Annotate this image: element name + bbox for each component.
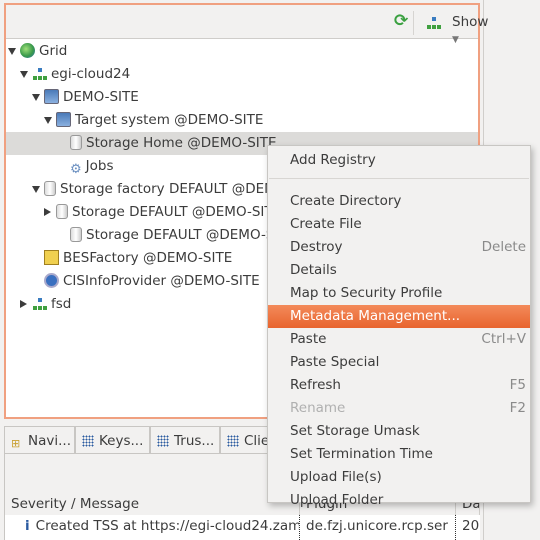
log-plugin: de.fzj.unicore.rcp.ser bbox=[306, 518, 448, 534]
menu-item-paste[interactable]: Paste Ctrl+V bbox=[268, 328, 530, 351]
tab-navigator[interactable]: ⊞ Navi... bbox=[4, 426, 75, 454]
storage-icon bbox=[70, 227, 82, 242]
tree-item[interactable]: DEMO-SITE bbox=[6, 86, 478, 109]
menu-item-label: Metadata Management... bbox=[290, 308, 461, 324]
globe-icon bbox=[20, 43, 35, 58]
menu-item-label: Upload Folder bbox=[290, 492, 384, 508]
tree-item-label: CISInfoProvider @DEMO-SITE bbox=[63, 273, 260, 289]
menu-item-metadata-management[interactable]: Metadata Management... bbox=[268, 305, 530, 328]
menu-item-shortcut: F5 bbox=[509, 377, 526, 393]
tab-label: Navi... bbox=[28, 433, 71, 449]
log-row-date[interactable]: 2013-1( bbox=[456, 515, 480, 540]
gears-icon: ⚙ bbox=[70, 162, 82, 177]
menu-item-shortcut: Ctrl+V bbox=[481, 331, 526, 347]
menu-item-label: Upload File(s) bbox=[290, 469, 382, 485]
log-message: Created TSS at https://egi-cloud24.zam. bbox=[35, 518, 300, 534]
tree-item[interactable]: Target system @DEMO-SITE bbox=[6, 109, 478, 132]
menu-item-label: Paste bbox=[290, 331, 327, 347]
log-icon bbox=[227, 435, 239, 447]
menu-item-label: Create File bbox=[290, 216, 362, 232]
tree-item-label: DEMO-SITE bbox=[63, 89, 139, 105]
collapse-toggle-icon[interactable] bbox=[20, 300, 27, 308]
tree-item-label: fsd bbox=[51, 296, 72, 312]
menu-item-add-registry[interactable]: Add Registry bbox=[268, 149, 530, 172]
menu-item-destroy[interactable]: Destroy Delete bbox=[268, 236, 530, 259]
menu-item-upload-file-s[interactable]: Upload File(s) bbox=[268, 466, 530, 489]
menu-item-upload-folder[interactable]: Upload Folder bbox=[268, 489, 530, 512]
target-system-icon bbox=[56, 112, 71, 127]
site-icon bbox=[44, 89, 59, 104]
expand-toggle-icon[interactable] bbox=[32, 185, 40, 193]
info-icon: i bbox=[25, 518, 30, 534]
storage-icon bbox=[56, 204, 68, 219]
tree-item-label: Storage Home @DEMO-SITE bbox=[86, 135, 277, 151]
cis-icon bbox=[44, 273, 59, 288]
tab-label: Clie bbox=[244, 433, 270, 449]
tree-item-label: BESFactory @DEMO-SITE bbox=[63, 250, 233, 266]
menu-item-create-file[interactable]: Create File bbox=[268, 213, 530, 236]
log-row-message[interactable]: i Created TSS at https://egi-cloud24.zam. bbox=[5, 515, 300, 540]
navigator-icon: ⊞ bbox=[11, 437, 21, 450]
tab-truststore[interactable]: Trus... bbox=[150, 426, 220, 454]
toolbar-divider bbox=[413, 11, 414, 35]
menu-item-details[interactable]: Details bbox=[268, 259, 530, 282]
column-header-message[interactable]: Severity / Message bbox=[5, 493, 300, 515]
tree-item-label: Storage DEFAULT @DEMO-SITE bbox=[86, 227, 296, 243]
menu-item-label: Add Registry bbox=[290, 152, 376, 168]
tab-keystore[interactable]: Keys... bbox=[75, 426, 150, 454]
menu-item-label: Create Directory bbox=[290, 193, 402, 209]
menu-item-create-directory[interactable]: Create Directory bbox=[268, 190, 530, 213]
storage-factory-icon bbox=[44, 181, 56, 196]
tree-item-label: Jobs bbox=[85, 158, 114, 174]
menu-separator bbox=[269, 178, 529, 179]
collapse-toggle-icon[interactable] bbox=[44, 208, 51, 216]
menu-item-label: Rename bbox=[290, 400, 346, 416]
refresh-icon[interactable]: ⟳ bbox=[394, 11, 408, 31]
tab-label: Keys... bbox=[99, 433, 144, 449]
menu-item-label: Refresh bbox=[290, 377, 341, 393]
tab-label: Trus... bbox=[174, 433, 215, 449]
context-menu: Add Registry Create Directory Create File D… bbox=[267, 145, 531, 508]
menu-item-shortcut: F2 bbox=[509, 400, 526, 416]
expand-toggle-icon[interactable] bbox=[32, 93, 40, 101]
menu-item-label: Details bbox=[290, 262, 337, 278]
header-label: Severity / Message bbox=[11, 496, 140, 512]
tree-item-label: egi-cloud24 bbox=[51, 66, 131, 82]
tree-item-label: Grid bbox=[39, 43, 68, 59]
truststore-icon bbox=[157, 435, 169, 447]
network-icon bbox=[32, 296, 47, 311]
tree-item-label: Target system @DEMO-SITE bbox=[75, 112, 264, 128]
hierarchy-icon bbox=[426, 15, 441, 30]
menu-item-shortcut: Delete bbox=[481, 239, 526, 255]
log-date: 2013-1( bbox=[462, 518, 480, 534]
log-row-plugin[interactable]: de.fzj.unicore.rcp.ser bbox=[300, 515, 456, 540]
tree-item[interactable]: Grid bbox=[6, 40, 478, 63]
menu-item-label: Paste Special bbox=[290, 354, 380, 370]
expand-toggle-icon[interactable] bbox=[8, 47, 16, 55]
expand-toggle-icon[interactable] bbox=[44, 116, 52, 124]
menu-item-label: Map to Security Profile bbox=[290, 285, 443, 301]
menu-item-set-storage-umask[interactable]: Set Storage Umask bbox=[268, 420, 530, 443]
network-icon bbox=[32, 66, 47, 81]
menu-item-label: Set Termination Time bbox=[290, 446, 433, 462]
menu-item-refresh[interactable]: Refresh F5 bbox=[268, 374, 530, 397]
menu-item-map-to-security-profile[interactable]: Map to Security Profile bbox=[268, 282, 530, 305]
menu-item-label: Destroy bbox=[290, 239, 343, 255]
keystore-icon bbox=[82, 435, 94, 447]
menu-item-rename: Rename F2 bbox=[268, 397, 530, 420]
storage-icon bbox=[70, 135, 82, 150]
menu-item-paste-special[interactable]: Paste Special bbox=[268, 351, 530, 374]
bes-factory-icon bbox=[44, 250, 59, 265]
menu-item-set-termination-time[interactable]: Set Termination Time bbox=[268, 443, 530, 466]
panel-toolbar: ⟳ Show ▼ bbox=[6, 5, 488, 45]
tree-item-label: Storage DEFAULT @DEMO-SITE bbox=[72, 204, 282, 220]
expand-toggle-icon[interactable] bbox=[20, 70, 28, 78]
tree-item[interactable]: egi-cloud24 bbox=[6, 63, 478, 86]
menu-item-label: Set Storage Umask bbox=[290, 423, 420, 439]
show-label: Show bbox=[452, 14, 489, 30]
